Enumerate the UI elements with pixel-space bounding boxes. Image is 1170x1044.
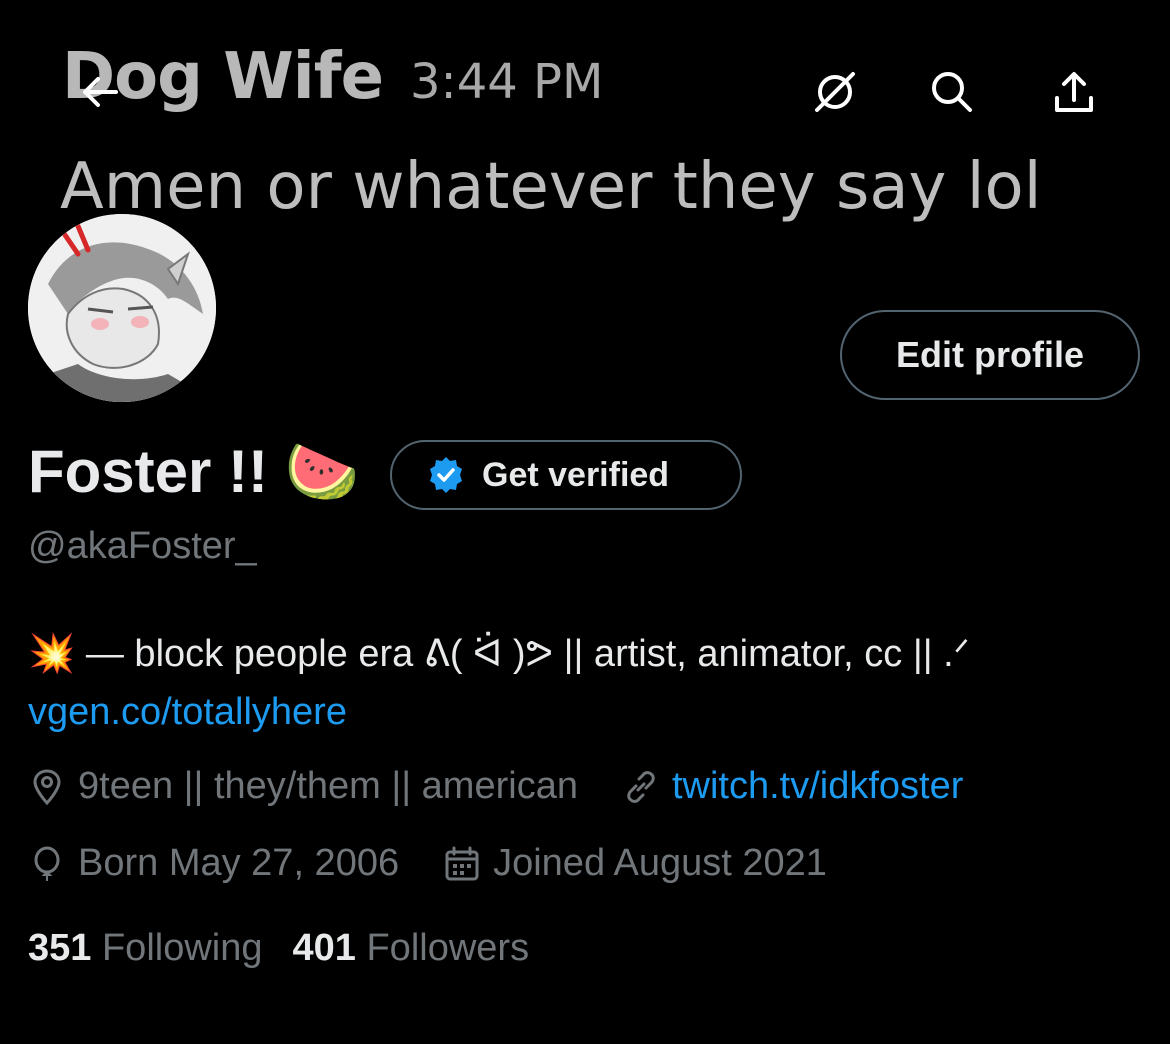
banner-caption-text: Amen or whatever they say lol (60, 150, 1042, 224)
meta-row-location: 9teen || they/them || american twitch.tv… (28, 765, 963, 808)
birthday-text: Born May 27, 2006 (78, 842, 400, 884)
banner-time-text: 3:44 PM (410, 54, 604, 110)
follow-stats: 351 Following 401 Followers (28, 927, 529, 970)
search-icon (932, 72, 972, 112)
birthday-item: Born May 27, 2006 (28, 842, 399, 885)
bio-text: 💥 — block people era ᕕ( ᐛ )ᕗ || artist, … (28, 633, 970, 675)
bio-link[interactable]: vgen.co/totallyhere (28, 691, 347, 733)
back-arrow-icon (83, 77, 118, 107)
following-label: Following (101, 927, 263, 969)
following-stat[interactable]: 351 Following (28, 927, 263, 970)
display-name: Foster !! 🍉 (28, 438, 360, 505)
edit-profile-button[interactable]: Edit profile (840, 310, 1140, 400)
verified-badge-icon (430, 457, 462, 493)
avatar-image (28, 214, 216, 402)
bio: 💥 — block people era ᕕ( ᐛ )ᕗ || artist, … (28, 625, 1158, 741)
website-link[interactable]: twitch.tv/idkfoster (672, 765, 963, 808)
get-verified-button[interactable]: Get verified (390, 440, 742, 510)
search-button[interactable] (922, 62, 982, 122)
back-button[interactable] (70, 62, 130, 122)
balloon-icon (34, 846, 60, 881)
joined-item: Joined August 2021 (443, 842, 827, 885)
no-signal-button[interactable] (805, 62, 865, 122)
share-icon (1055, 72, 1093, 112)
get-verified-label: Get verified (482, 455, 670, 494)
location-pin-icon (33, 768, 61, 805)
no-signal-icon (815, 72, 855, 112)
followers-label: Followers (366, 927, 530, 969)
joined-text: Joined August 2021 (493, 842, 827, 884)
following-count: 351 (28, 927, 92, 969)
avatar[interactable] (24, 210, 220, 406)
location-text: 9teen || they/them || american (78, 765, 578, 807)
followers-count: 401 (292, 927, 356, 969)
calendar-icon (445, 846, 479, 880)
share-button[interactable] (1044, 62, 1104, 122)
meta-row-dates: Born May 27, 2006 Joined August 2021 (28, 842, 827, 885)
user-handle: @akaFoster_ (28, 525, 257, 567)
link-icon (627, 770, 655, 803)
website-item[interactable]: twitch.tv/idkfoster (622, 765, 963, 808)
location-item: 9teen || they/them || american (28, 765, 578, 808)
followers-stat[interactable]: 401 Followers (293, 927, 530, 970)
